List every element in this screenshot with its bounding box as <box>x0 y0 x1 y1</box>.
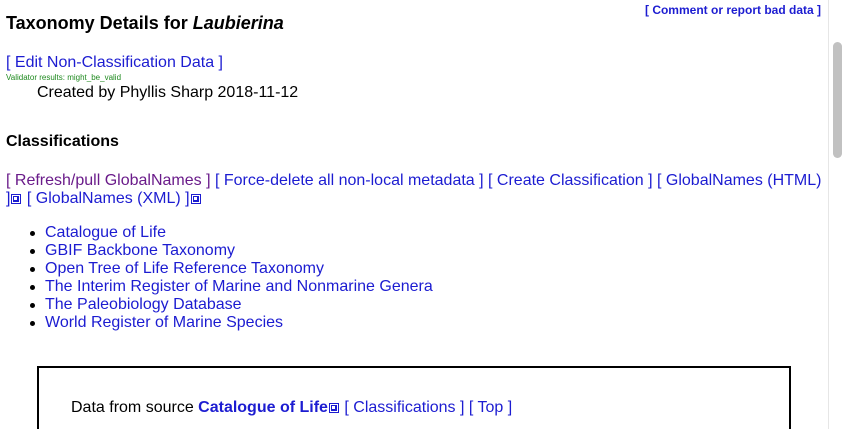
list-item: Open Tree of Life Reference Taxonomy <box>30 260 433 278</box>
created-by-text: Created by Phyllis Sharp 2018-11-12 <box>37 84 299 101</box>
classifications-anchor-link[interactable]: [ Classifications ] <box>344 399 464 416</box>
source-link-gbif[interactable]: GBIF Backbone Taxonomy <box>45 242 235 259</box>
edit-non-classification-link[interactable]: [ Edit Non-Classification Data ] <box>6 54 223 72</box>
page-title-prefix: Taxonomy Details for <box>6 13 193 33</box>
bullet-icon <box>30 303 35 308</box>
list-item: The Interim Register of Marine and Nonma… <box>30 278 433 296</box>
data-source-line: Data from source Catalogue of Life [ Cla… <box>71 399 512 417</box>
classifications-heading: Classifications <box>6 133 119 150</box>
bullet-icon <box>30 249 35 254</box>
comment-report-link[interactable]: [ Comment or report bad data ] <box>645 3 821 17</box>
validator-results: Validator results: might_be_valid <box>6 73 122 82</box>
scrollbar-thumb[interactable] <box>833 42 842 158</box>
globalnames-xml-link[interactable]: [ GlobalNames (XML) ] <box>27 190 190 207</box>
vertical-scrollbar[interactable] <box>828 0 847 429</box>
external-link-icon[interactable] <box>190 194 201 204</box>
external-link-icon[interactable] <box>328 403 339 413</box>
list-item: The Paleobiology Database <box>30 296 433 314</box>
external-link-icon[interactable] <box>11 194 22 204</box>
source-link-irmng[interactable]: The Interim Register of Marine and Nonma… <box>45 278 433 295</box>
bullet-icon <box>30 231 35 236</box>
list-item: Catalogue of Life <box>30 224 433 242</box>
bullet-icon <box>30 267 35 272</box>
main-content: [ Comment or report bad data ] Taxonomy … <box>0 0 829 429</box>
globalnames-html-close: ] <box>6 190 11 207</box>
page: [ Comment or report bad data ] Taxonomy … <box>0 0 847 429</box>
classification-source-list: Catalogue of Life GBIF Backbone Taxonomy… <box>0 224 433 332</box>
page-title: Taxonomy Details for Laubierina <box>6 13 284 34</box>
source-link-worms[interactable]: World Register of Marine Species <box>45 314 283 331</box>
taxon-name: Laubierina <box>192 13 284 33</box>
bullet-icon <box>30 285 35 290</box>
top-anchor-link[interactable]: [ Top ] <box>469 399 512 416</box>
globalnames-html-link[interactable]: [ GlobalNames (HTML) <box>657 172 821 189</box>
source-link-paleobiology-database[interactable]: The Paleobiology Database <box>45 296 242 313</box>
source-link-catalogue-of-life[interactable]: Catalogue of Life <box>45 224 166 241</box>
source-data-box: Data from source Catalogue of Life [ Cla… <box>37 366 791 429</box>
classification-actions: [ Refresh/pull GlobalNames ] [ Force-del… <box>6 172 828 208</box>
list-item: World Register of Marine Species <box>30 314 433 332</box>
data-source-prefix: Data from source <box>71 399 199 416</box>
data-source-name-link[interactable]: Catalogue of Life <box>198 399 328 416</box>
force-delete-metadata-link[interactable]: [ Force-delete all non-local metadata ] <box>215 172 484 189</box>
source-link-open-tree-of-life[interactable]: Open Tree of Life Reference Taxonomy <box>45 260 324 277</box>
refresh-globalnames-link[interactable]: [ Refresh/pull GlobalNames ] <box>6 172 211 189</box>
bullet-icon <box>30 321 35 326</box>
create-classification-link[interactable]: [ Create Classification ] <box>488 172 653 189</box>
list-item: GBIF Backbone Taxonomy <box>30 242 433 260</box>
